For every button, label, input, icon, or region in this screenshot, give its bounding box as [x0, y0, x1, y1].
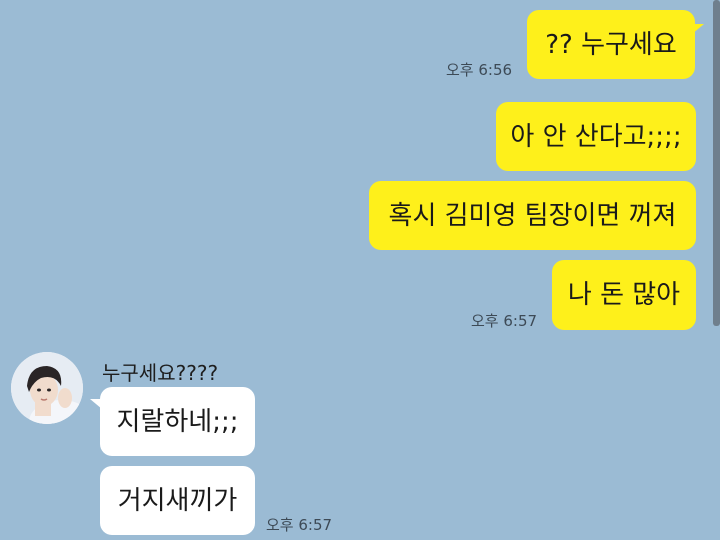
message-text: 나 돈 많아	[567, 280, 681, 310]
chat-room: ?? 누구세요 오후 6:56 아 안 산다고;;;; 혹시 김미영 팀장이면 …	[0, 0, 720, 540]
message-time: 오후 6:57	[266, 516, 333, 534]
sender-name: 누구세요????	[102, 361, 219, 385]
message-text: ?? 누구세요	[545, 29, 677, 60]
received-message[interactable]: 거지새끼가	[100, 466, 255, 535]
sent-message[interactable]: 아 안 산다고;;;;	[496, 102, 696, 171]
message-time: 오후 6:56	[446, 61, 513, 79]
message-text: 아 안 산다고;;;;	[510, 121, 682, 152]
sent-message[interactable]: 혹시 김미영 팀장이면 꺼져	[369, 181, 696, 250]
message-text: 거지새끼가	[117, 485, 238, 516]
bubble-tail	[692, 24, 704, 34]
received-message[interactable]: 지랄하네;;;	[90, 387, 255, 456]
avatar[interactable]	[11, 352, 83, 424]
profile-photo-icon	[11, 352, 83, 424]
sent-message[interactable]: ?? 누구세요	[527, 10, 704, 79]
bubble-tail	[90, 399, 102, 409]
message-text: 혹시 김미영 팀장이면 꺼져	[388, 200, 677, 231]
scrollbar[interactable]	[713, 0, 720, 326]
message-text: 지랄하네;;;	[116, 406, 239, 437]
message-time: 오후 6:57	[471, 312, 538, 330]
sent-message[interactable]: 나 돈 많아	[552, 260, 696, 330]
